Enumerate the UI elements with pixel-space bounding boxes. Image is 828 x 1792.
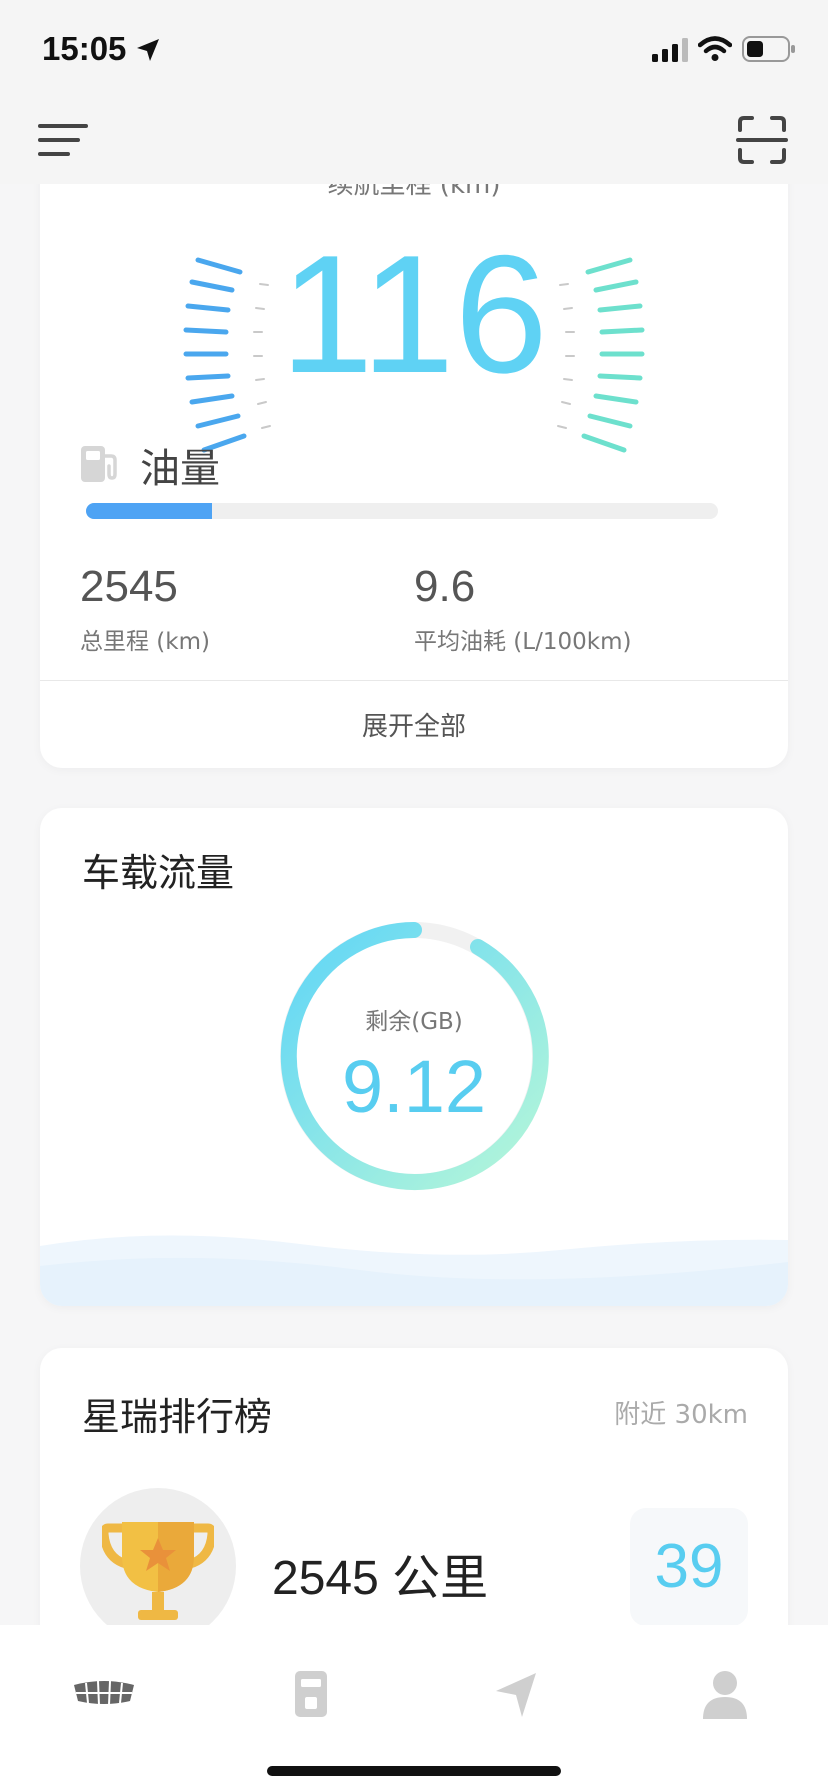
car-grille-icon[interactable] [64, 1665, 144, 1725]
range-value: 116 [280, 220, 548, 408]
data-remaining-value: 9.12 [341, 1045, 487, 1128]
data-traffic-card[interactable]: 车载流量 剩余(GB) 9.12 [40, 808, 788, 1306]
top-nav-bar [0, 96, 828, 184]
device-icon[interactable] [271, 1665, 351, 1725]
navigation-icon[interactable] [478, 1665, 558, 1725]
status-time: 15:05 [42, 30, 127, 67]
vehicle-status-card: 续航里程 (km) 116 油量 2545 总里程 (km) 9.6 平均油耗 … [40, 100, 788, 768]
fuel-pump-icon [81, 446, 117, 482]
main-scroll-area[interactable]: 续航里程 (km) 116 油量 2545 总里程 (km) 9.6 平均油耗 … [0, 0, 828, 1625]
trophy-icon [102, 1522, 214, 1620]
wifi-icon [698, 36, 732, 61]
profile-icon[interactable] [685, 1665, 765, 1725]
status-bar: 15:05 [0, 0, 828, 96]
ranking-title: 星瑞排行榜 [82, 1395, 273, 1439]
nearby-range-label[interactable]: 附近 30km [614, 1394, 748, 1431]
fuel-level-fill [86, 503, 213, 519]
wave-decoration [40, 1235, 788, 1306]
battery-icon [742, 36, 795, 62]
expand-all-button[interactable]: 展开全部 [40, 706, 788, 743]
ranking-distance: 2545 公里 [272, 1552, 489, 1605]
location-arrow-icon [137, 39, 159, 61]
trophy-avatar [80, 1488, 236, 1625]
total-mileage-label: 总里程 (km) [80, 629, 210, 655]
avg-consumption-value: 9.6 [414, 562, 476, 611]
home-indicator [267, 1766, 561, 1776]
total-mileage-value: 2545 [80, 562, 178, 611]
fuel-level-bar [86, 503, 718, 519]
scan-icon[interactable] [736, 114, 788, 166]
card-divider [40, 680, 788, 681]
menu-icon[interactable] [38, 120, 90, 160]
data-traffic-title: 车载流量 [82, 851, 235, 895]
data-remaining-label: 剩余(GB) [365, 1009, 463, 1035]
ranking-position[interactable]: 39 [630, 1508, 748, 1625]
ranking-card[interactable]: 星瑞排行榜 附近 30km 2545 公里 39 [40, 1348, 788, 1625]
avg-consumption-label: 平均油耗 (L/100km) [414, 629, 632, 655]
signal-icon [652, 38, 688, 62]
fuel-label: 油量 [140, 446, 220, 492]
